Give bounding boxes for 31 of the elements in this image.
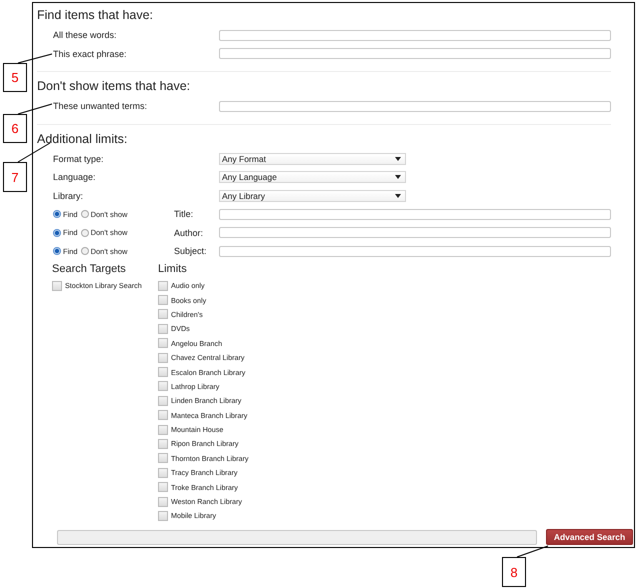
input-field[interactable] (219, 30, 611, 41)
callout-number: 7 (3, 162, 27, 192)
input-field[interactable] (219, 208, 611, 220)
input-field[interactable] (219, 246, 611, 257)
column-heading: Search Targets (52, 262, 127, 276)
field-label: Subject: (174, 246, 208, 256)
column-heading: Limits (158, 262, 188, 276)
caret-icon (395, 194, 401, 198)
dropdown[interactable]: Any Language (219, 171, 406, 184)
callout-number: 6 (3, 114, 27, 143)
section-heading: Find items that have: (37, 7, 154, 23)
field-label: Title: (174, 209, 194, 220)
input-field[interactable] (219, 227, 611, 238)
input-field[interactable] (219, 48, 611, 60)
field-label: Format type: (53, 154, 105, 164)
callout-number: 5 (3, 63, 27, 92)
caret-icon (395, 156, 401, 161)
field-label: Author: (174, 228, 204, 238)
field-label: All these words: (53, 30, 118, 40)
dropdown[interactable]: Any Library (219, 190, 406, 202)
field-label: Library: (53, 190, 84, 201)
caret-icon (395, 175, 401, 180)
field-label: This exact phrase: (53, 48, 128, 59)
field-label: These unwanted terms: (53, 101, 148, 112)
section-heading: Don't show items that have: (37, 78, 192, 94)
dropdown[interactable]: Any Format (219, 152, 406, 165)
input-field[interactable] (219, 100, 611, 112)
section-heading: Additional limits: (37, 130, 128, 146)
advanced-search-button[interactable]: Advanced Search (546, 529, 633, 545)
callout-number: 8 (502, 557, 526, 587)
field-label: Language: (53, 172, 97, 182)
